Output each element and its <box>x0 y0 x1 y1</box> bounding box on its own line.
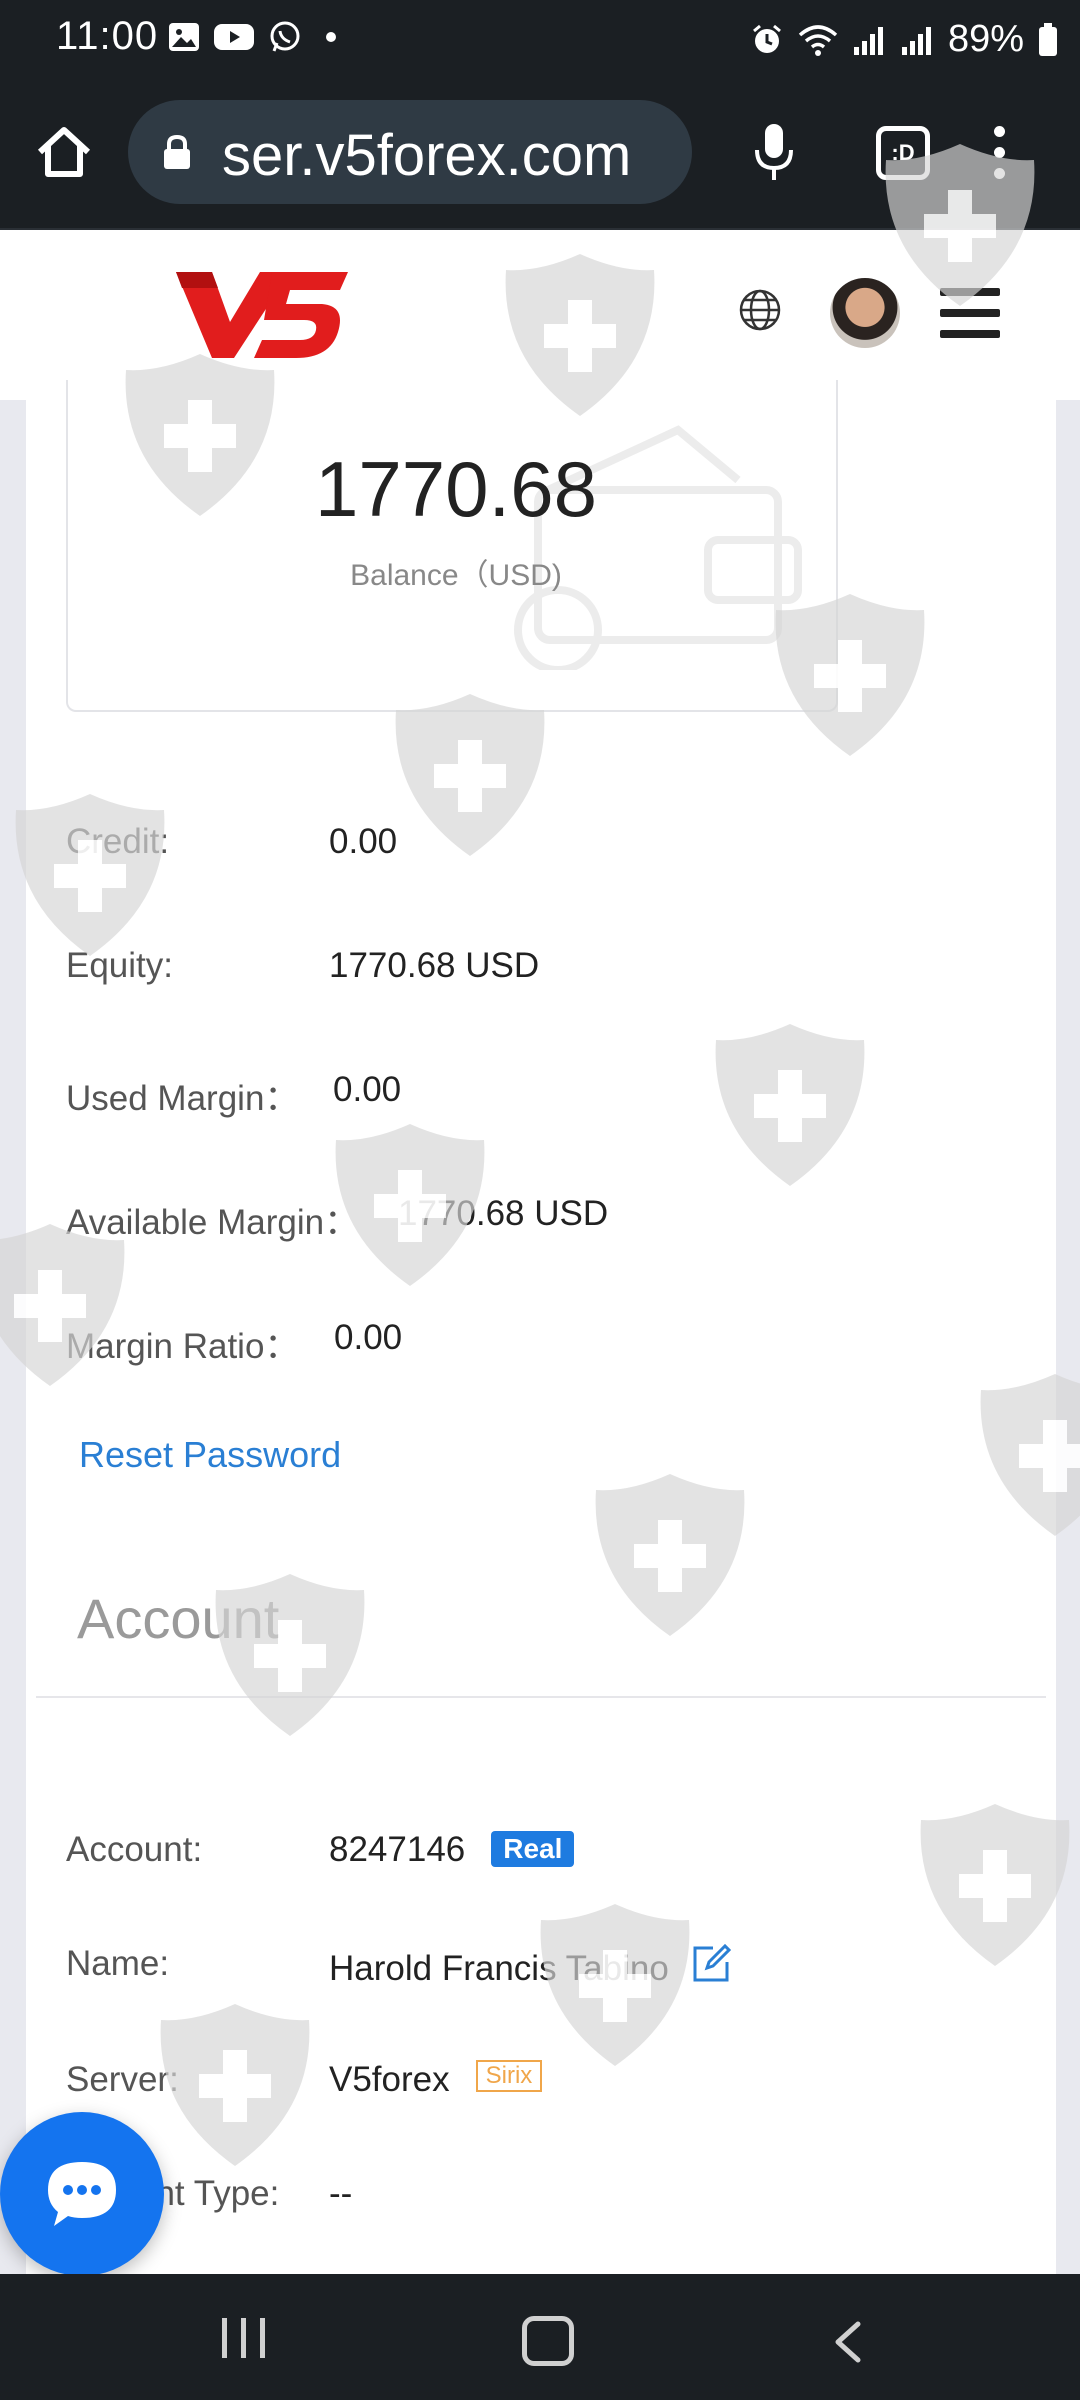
balance-value: 1770.68 <box>315 445 597 533</box>
available-margin-value: 1770.68 USD <box>398 1194 609 1233</box>
chat-bubble-icon <box>48 2162 116 2226</box>
sirix-badge: Sirix <box>475 2060 543 2092</box>
browser-toolbar: ser.v5forex.com :D <box>0 78 1080 230</box>
name-label: Name: <box>66 1944 170 1983</box>
credit-label: Credit: <box>66 822 170 861</box>
margin-ratio-label: Margin Ratio： <box>66 1327 300 1366</box>
site-header <box>0 230 1080 400</box>
recent-apps-icon[interactable] <box>222 2318 265 2358</box>
real-badge: Real <box>491 1831 575 1867</box>
equity-label: Equity: <box>66 946 173 985</box>
used-margin-row: Used Margin： 0.00 <box>66 1070 401 1121</box>
equity-row: Equity: 1770.68 USD <box>66 946 539 986</box>
balance-card: 1770.68 Balance（USD) <box>66 380 838 712</box>
account-number: 8247146 <box>329 1830 466 1869</box>
lock-icon <box>164 134 190 169</box>
available-margin-row: Available Margin： 1770.68 USD <box>66 1194 608 1245</box>
server-row: Server: V5forex Sirix <box>66 2060 543 2100</box>
back-icon[interactable] <box>832 2320 862 2364</box>
battery-icon <box>1039 22 1057 56</box>
browser-menu-icon[interactable] <box>994 126 1005 179</box>
status-bar: 11:00 89% <box>0 0 1080 78</box>
balance-label: Balance（USD) <box>350 559 562 592</box>
account-section-title: Account <box>77 1587 280 1650</box>
margin-ratio-row: Margin Ratio： 0.00 <box>66 1318 402 1369</box>
equity-value: 1770.68 USD <box>329 946 540 985</box>
credit-value: 0.00 <box>329 822 398 861</box>
youtube-icon <box>214 24 254 50</box>
credit-row: Credit: 0.00 <box>66 822 397 862</box>
battery-percent: 89% <box>947 18 1024 60</box>
notification-dot <box>326 32 336 42</box>
status-right-icons: 89% <box>750 18 1058 61</box>
server-value: V5forex <box>329 2060 450 2099</box>
margin-ratio-value: 0.00 <box>334 1318 403 1357</box>
signal-icon <box>853 26 883 55</box>
account-number-row: Account: 8247146 Real <box>66 1830 575 1870</box>
name-row: Name: Harold Francis Tabino <box>66 1944 731 1988</box>
available-margin-label: Available Margin： <box>66 1203 360 1242</box>
account-label: Account: <box>66 1830 203 1869</box>
image-icon <box>169 23 199 51</box>
hamburger-menu-icon[interactable] <box>940 288 1000 338</box>
reset-password-link[interactable]: Reset Password <box>79 1434 341 1476</box>
v5-logo[interactable] <box>172 262 352 362</box>
account-panel: 1770.68 Balance（USD) Credit: 0.00 Equity… <box>26 380 1056 2274</box>
used-margin-label: Used Margin： <box>66 1079 300 1118</box>
chat-button[interactable] <box>0 2112 164 2276</box>
home-icon[interactable] <box>34 122 94 182</box>
system-navigation-bar <box>0 2274 1080 2400</box>
user-avatar[interactable] <box>830 278 900 348</box>
tab-switcher-button[interactable]: :D <box>876 126 930 180</box>
microphone-icon[interactable] <box>752 122 796 182</box>
edit-name-icon[interactable] <box>691 1944 731 1984</box>
alarm-icon <box>752 24 781 53</box>
used-margin-value: 0.00 <box>333 1070 402 1109</box>
nav-home-icon[interactable] <box>522 2316 574 2366</box>
url-text: ser.v5forex.com <box>222 123 632 188</box>
status-time: 11:00 <box>56 14 159 58</box>
account-number-group: 8247146 Real <box>329 1830 575 1870</box>
signal-icon-2 <box>901 26 931 55</box>
address-bar[interactable]: ser.v5forex.com <box>128 100 692 204</box>
server-group: V5forex Sirix <box>329 2060 543 2100</box>
server-label: Server: <box>66 2060 179 2099</box>
whatsapp-icon <box>270 21 300 52</box>
account-type-value: -- <box>329 2174 353 2213</box>
name-value: Harold Francis Tabino <box>329 1949 669 1988</box>
name-group: Harold Francis Tabino <box>329 1944 731 1989</box>
section-divider <box>36 1696 1046 1698</box>
status-left-icons <box>168 20 336 54</box>
wifi-icon <box>798 24 838 56</box>
globe-icon[interactable] <box>738 288 782 332</box>
